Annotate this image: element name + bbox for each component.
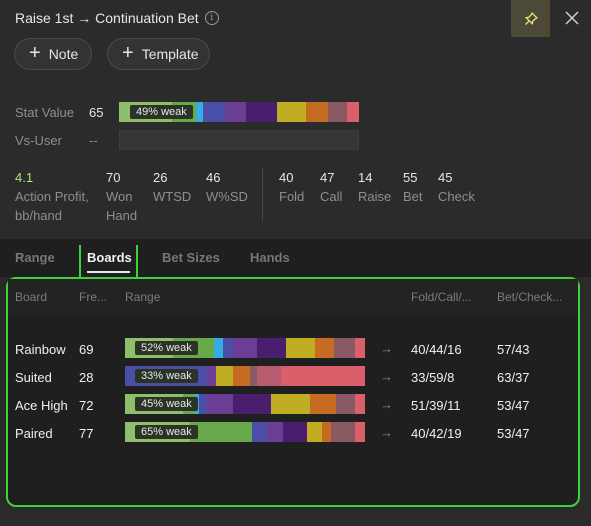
arrow-icon: → [380,425,393,440]
range-segment [232,394,272,414]
range-segment [309,394,337,414]
range-segment [280,366,365,386]
range-segment [333,338,356,358]
range-segment [307,422,322,442]
range-segment [355,394,365,414]
stat-value-badge: 49% weak [130,105,193,119]
range-segment [283,422,308,442]
range-segment [355,338,365,358]
range-segment [306,102,328,122]
range-segment [285,338,315,358]
range-segment [189,422,253,442]
close-icon [565,11,579,25]
col-range[interactable]: Range [125,290,160,304]
col-bet-check[interactable]: Bet/Check... [497,290,562,304]
range-segment [249,366,257,386]
range-segment [195,102,203,122]
tab-hands[interactable]: Hands [250,250,290,265]
range-segment [336,394,356,414]
col-fold-call-raise[interactable]: Fold/Call/... [411,290,472,304]
tab-bet-sizes[interactable]: Bet Sizes [162,250,220,265]
tab-range[interactable]: Range [15,250,55,265]
stat-check: 45 Check [438,170,475,204]
stat-call: 47 Call [320,170,343,204]
range-segment [246,102,278,122]
range-segment [213,338,224,358]
range-segment [224,102,247,122]
range-segment [202,102,225,122]
range-segment [256,366,281,386]
col-frequency[interactable]: Fre... [79,290,107,304]
board-badge: 33% weak [135,369,198,383]
arrow-icon: → [380,341,393,356]
plus-icon: + [29,42,41,64]
stat-bet: 55 Bet [403,170,423,204]
pin-icon [524,11,538,25]
arrow-icon: → [380,369,393,384]
vs-user-label: Vs-User [15,133,62,148]
range-segment [327,102,347,122]
add-note-button[interactable]: + Note [14,38,92,70]
arrow-icon: → [380,397,393,412]
range-segment [256,338,286,358]
close-button[interactable] [560,6,584,30]
stat-raise: 14 Raise [358,170,392,204]
add-template-button[interactable]: + Template [107,38,210,70]
stat-value-label: Stat Value [15,105,75,120]
vs-user-value: -- [89,133,98,148]
range-segment [216,366,233,386]
plus-icon: + [122,42,134,64]
stat-action-profit: 4.1 Action Profit, bb/hand [15,170,89,223]
template-label: Template [141,46,199,62]
tab-boards[interactable]: Boards [87,250,132,265]
range-segment [232,338,257,358]
stats-divider [262,167,263,221]
range-segment [223,338,233,358]
stat-fold: 40 Fold [279,170,305,204]
panel-outline-right [136,245,138,279]
range-segment [277,102,307,122]
range-segment [206,366,217,386]
note-label: Note [48,46,79,62]
info-icon[interactable]: i [204,11,219,25]
stat-wsd: 46 W%SD [206,170,248,204]
board-badge: 52% weak [135,341,198,355]
col-board[interactable]: Board [15,290,47,304]
range-segment [331,422,356,442]
window-title: Raise 1st → Continuation Bet i [15,10,219,26]
range-segment [355,422,365,442]
range-segment [266,422,284,442]
stat-wtsd: 26 WTSD [153,170,192,204]
range-segment [199,394,207,414]
panel-outline-left [79,245,81,279]
board-badge: 65% weak [135,425,198,439]
pin-button[interactable] [511,0,550,37]
range-segment [314,338,334,358]
stat-won-hand: 70 Won Hand [106,170,138,223]
active-tab-underline [87,271,130,273]
range-segment [271,394,310,414]
title-text: Raise 1st → Continuation Bet [15,10,199,26]
range-segment [206,394,233,414]
range-segment [252,422,267,442]
range-segment [232,366,250,386]
vs-user-bar [119,130,359,150]
board-badge: 45% weak [135,397,198,411]
stat-value-number: 65 [89,105,104,120]
range-segment [346,102,359,122]
range-segment [321,422,332,442]
